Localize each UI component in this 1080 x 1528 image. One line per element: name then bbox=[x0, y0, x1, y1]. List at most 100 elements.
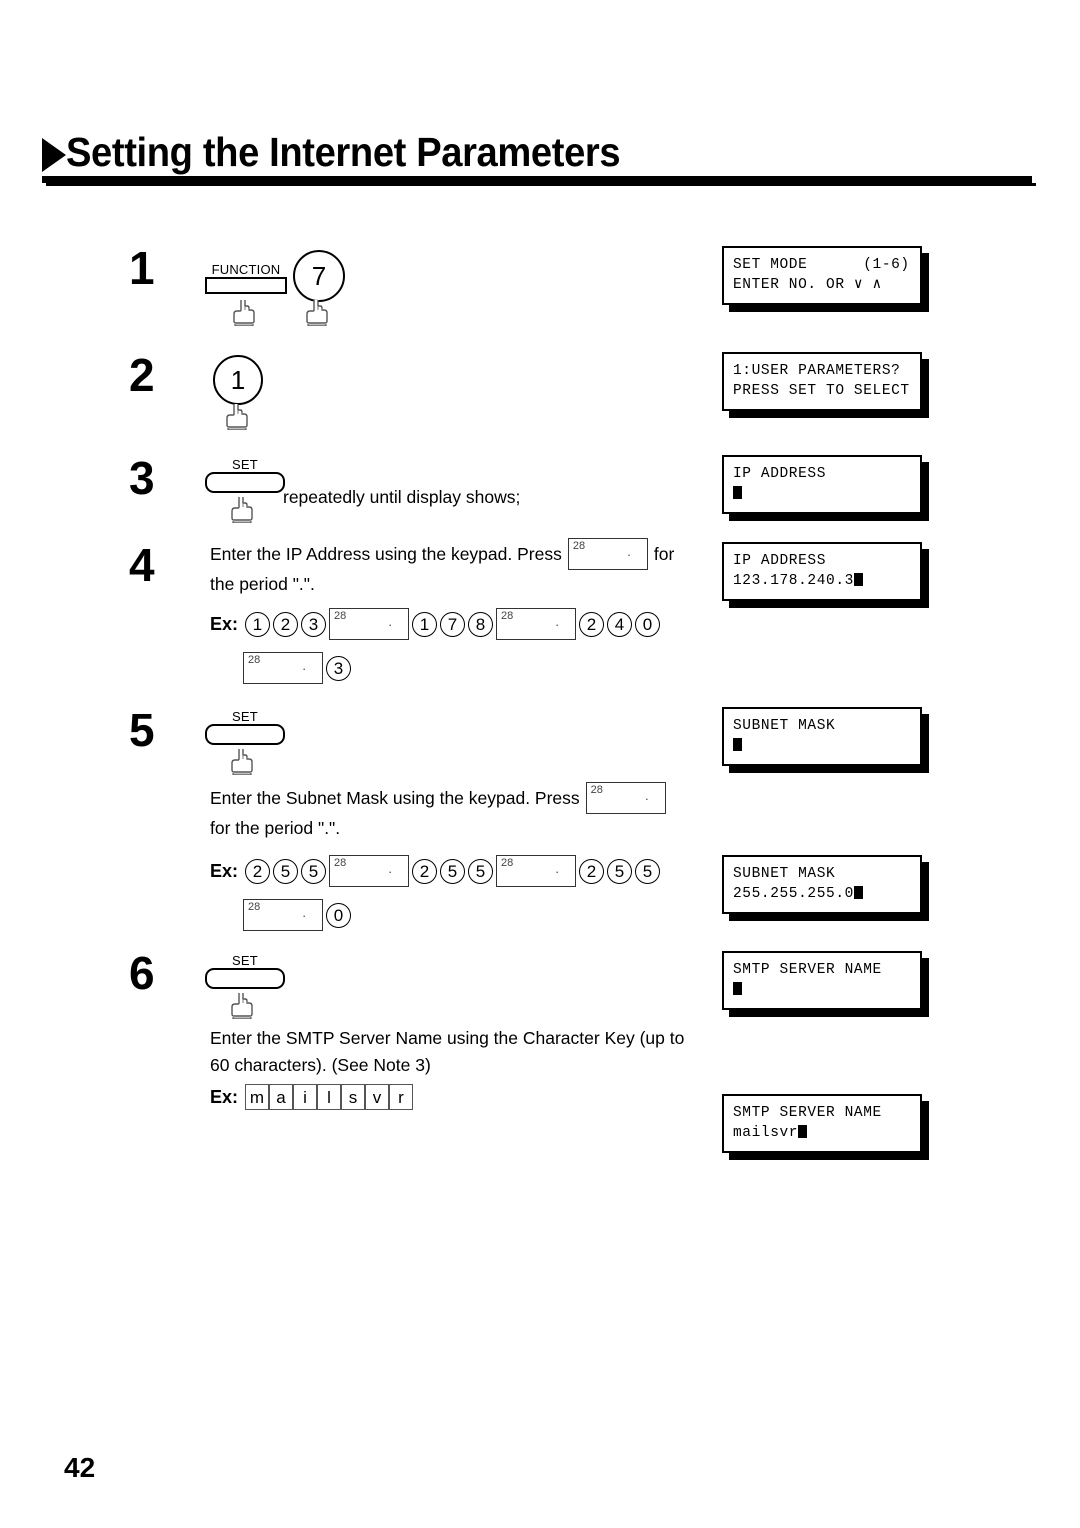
step-number-6: 6 bbox=[129, 947, 155, 999]
period-key-dot: . bbox=[388, 861, 393, 876]
display-set-mode: SET MODE (1-6) ENTER NO. OR ∨ ∧ bbox=[722, 246, 929, 312]
step-5-text-before: Enter the Subnet Mask using the keypad. … bbox=[210, 787, 580, 808]
example-key-digit[interactable]: 2 bbox=[273, 611, 299, 637]
pointing-hand-icon bbox=[301, 294, 335, 328]
example-key-digit[interactable]: 5 bbox=[607, 858, 633, 884]
example-key-digit[interactable]: 5 bbox=[635, 858, 661, 884]
step-3-instruction: repeatedly until display shows; bbox=[283, 487, 521, 507]
example-key-digit[interactable]: 5 bbox=[301, 858, 327, 884]
display-line-1: SUBNET MASK bbox=[733, 866, 836, 882]
display-line-2 bbox=[733, 980, 911, 1000]
example-key-digit[interactable]: 3 bbox=[326, 655, 351, 681]
step-number-3: 3 bbox=[129, 452, 155, 504]
example-key-digit[interactable]: 2 bbox=[245, 858, 271, 884]
page-title: Setting the Internet Parameters bbox=[66, 129, 621, 175]
period-key-number: 28 bbox=[334, 610, 347, 622]
display-line-2 bbox=[733, 484, 911, 504]
step-number-4: 4 bbox=[129, 539, 155, 591]
display-line-1: IP ADDRESS bbox=[733, 466, 827, 482]
set-key-body[interactable] bbox=[205, 472, 285, 493]
example-key-digit[interactable]: 0 bbox=[326, 902, 351, 928]
set-key-body[interactable] bbox=[205, 724, 285, 745]
period-key[interactable]: 28 . bbox=[243, 899, 323, 931]
step-4-example-row-2: 28 . 3 bbox=[243, 652, 351, 684]
display-line-1: SMTP SERVER NAME bbox=[733, 1105, 882, 1121]
display-line-2: ENTER NO. OR ∨ ∧ bbox=[733, 277, 882, 293]
display-line-1: SMTP SERVER NAME bbox=[733, 962, 882, 978]
character-key[interactable]: s bbox=[341, 1084, 366, 1110]
heading-divider bbox=[42, 176, 1036, 186]
period-key-dot: . bbox=[302, 658, 306, 673]
cursor-icon bbox=[733, 982, 742, 995]
period-key[interactable]: 28 . bbox=[243, 652, 323, 684]
character-key[interactable]: l bbox=[317, 1084, 342, 1110]
character-key[interactable]: a bbox=[269, 1084, 294, 1110]
example-key-digit[interactable]: 2 bbox=[579, 858, 605, 884]
period-key[interactable]: 28 . bbox=[585, 782, 666, 814]
step-4-example-row-1: Ex: 1 2 3 28 . 1 7 8 28 . 2 4 0 bbox=[210, 608, 661, 640]
period-key-dot: . bbox=[302, 905, 306, 920]
period-key[interactable]: 28 . bbox=[567, 538, 648, 570]
display-ip-address-empty: IP ADDRESS bbox=[722, 455, 929, 521]
character-key[interactable]: v bbox=[365, 1084, 390, 1110]
step-4-instruction: Enter the IP Address using the keypad. P… bbox=[210, 538, 710, 597]
period-key[interactable]: 28 . bbox=[496, 608, 577, 640]
step-6-example-row: Ex: m a i l s v r bbox=[210, 1084, 414, 1110]
set-key-label: SET bbox=[232, 457, 258, 472]
example-key-digit[interactable]: 5 bbox=[440, 858, 466, 884]
triangle-bullet-icon bbox=[42, 138, 66, 172]
example-key-digit[interactable]: 0 bbox=[635, 611, 661, 637]
step-4-text-after: for bbox=[653, 543, 675, 564]
display-line-2: mailsvr bbox=[733, 1123, 911, 1143]
cursor-icon bbox=[733, 738, 742, 751]
function-key[interactable]: FUNCTION bbox=[205, 262, 287, 294]
function-key-body[interactable] bbox=[205, 277, 287, 294]
example-key-digit[interactable]: 7 bbox=[440, 611, 466, 637]
set-key[interactable]: SET bbox=[205, 709, 285, 745]
display-line-1: 1:USER PARAMETERS? bbox=[733, 363, 901, 379]
period-key-dot: . bbox=[645, 788, 649, 803]
character-key[interactable]: m bbox=[245, 1084, 270, 1110]
example-key-digit[interactable]: 4 bbox=[607, 611, 633, 637]
period-key-number: 28 bbox=[334, 857, 347, 869]
example-key-digit[interactable]: 3 bbox=[301, 611, 327, 637]
example-key-digit[interactable]: 1 bbox=[245, 611, 271, 637]
set-key-body[interactable] bbox=[205, 968, 285, 989]
example-key-digit[interactable]: 5 bbox=[468, 858, 494, 884]
display-smtp-server-filled: SMTP SERVER NAME mailsvr bbox=[722, 1094, 929, 1160]
set-key[interactable]: SET bbox=[205, 953, 285, 989]
period-key-number: 28 bbox=[248, 654, 261, 666]
example-label: Ex: bbox=[210, 613, 239, 634]
character-key[interactable]: i bbox=[293, 1084, 318, 1110]
period-key-dot: . bbox=[555, 614, 560, 629]
period-key-dot: . bbox=[627, 544, 631, 559]
period-key[interactable]: 28 . bbox=[496, 855, 577, 887]
step-5-text-line2: for the period ".". bbox=[210, 818, 341, 838]
display-smtp-server-empty: SMTP SERVER NAME bbox=[722, 951, 929, 1017]
example-key-digit[interactable]: 2 bbox=[579, 611, 605, 637]
set-key[interactable]: SET bbox=[205, 457, 285, 493]
step-6-text-line1: Enter the SMTP Server Name using the Cha… bbox=[210, 1028, 685, 1048]
step-number-1: 1 bbox=[129, 242, 155, 294]
period-key-number: 28 bbox=[501, 610, 514, 622]
character-key[interactable]: r bbox=[389, 1084, 414, 1110]
manual-page: Setting the Internet Parameters 1 FUNCTI… bbox=[0, 0, 1080, 1528]
set-key-label: SET bbox=[232, 953, 258, 968]
function-key-label: FUNCTION bbox=[211, 262, 281, 277]
example-key-digit[interactable]: 5 bbox=[273, 858, 299, 884]
pointing-hand-icon bbox=[226, 491, 260, 525]
page-number: 42 bbox=[64, 1452, 96, 1483]
period-key-number: 28 bbox=[501, 857, 514, 869]
period-key[interactable]: 28 . bbox=[329, 855, 410, 887]
display-subnet-mask-filled: SUBNET MASK 255.255.255.0 bbox=[722, 855, 929, 921]
period-key-number: 28 bbox=[572, 540, 586, 552]
pointing-hand-icon bbox=[221, 398, 255, 432]
period-key[interactable]: 28 . bbox=[329, 608, 410, 640]
display-line-2: 123.178.240.3 bbox=[733, 571, 911, 591]
display-line-1: IP ADDRESS bbox=[733, 553, 827, 569]
display-line-1: SET MODE (1-6) bbox=[733, 257, 910, 273]
example-key-digit[interactable]: 2 bbox=[412, 858, 438, 884]
example-key-digit[interactable]: 1 bbox=[412, 611, 438, 637]
step-6-text-line2: 60 characters). (See Note 3) bbox=[210, 1055, 431, 1075]
example-key-digit[interactable]: 8 bbox=[468, 611, 494, 637]
